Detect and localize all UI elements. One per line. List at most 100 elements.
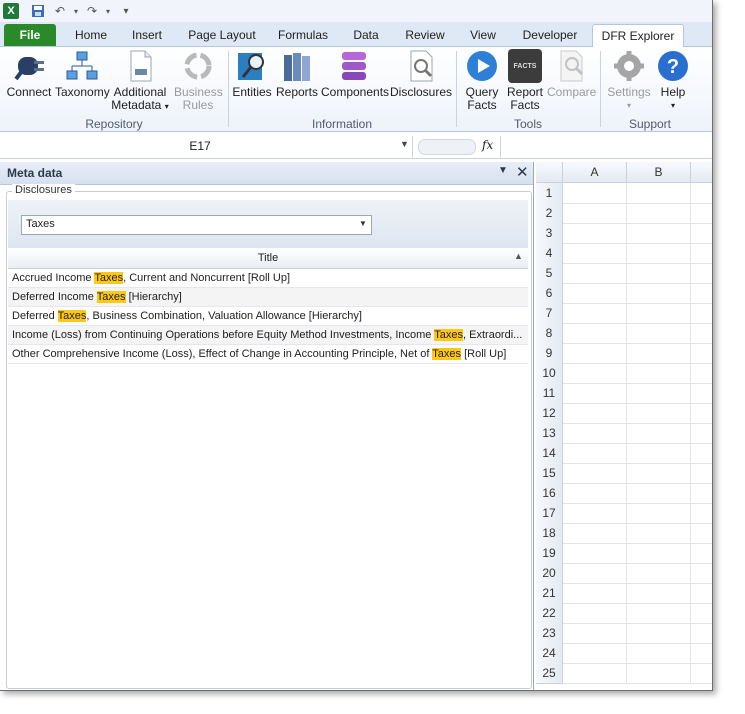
sheet-row-cells[interactable] — [563, 243, 712, 264]
row-header[interactable]: 4 — [536, 243, 563, 264]
tab-developer[interactable]: Developer — [516, 24, 584, 46]
sheet-row-cells[interactable] — [563, 603, 712, 624]
select-all-corner[interactable] — [536, 162, 563, 183]
row-header[interactable]: 17 — [536, 503, 563, 524]
customize-toolbar-icon[interactable]: ▾ — [118, 3, 134, 19]
close-icon[interactable]: ✕ — [516, 163, 529, 181]
report-facts-button[interactable]: FACTS Report Facts — [505, 49, 545, 112]
sheet-row-cells[interactable] — [563, 383, 712, 404]
row-header[interactable]: 22 — [536, 603, 563, 624]
business-rules-button[interactable]: Business Rules — [174, 49, 223, 112]
column-header-b[interactable]: B — [627, 162, 691, 183]
formula-bar-expander[interactable] — [418, 139, 476, 155]
sheet-row-cells[interactable] — [563, 463, 712, 484]
compare-button[interactable]: Compare — [547, 49, 596, 99]
tab-page-layout[interactable]: Page Layout — [184, 24, 260, 46]
list-item[interactable]: Income (Loss) from Continuing Operations… — [8, 326, 528, 345]
sheet-row-cells[interactable] — [563, 523, 712, 544]
row-header[interactable]: 2 — [536, 203, 563, 224]
row-header[interactable]: 19 — [536, 543, 563, 564]
chevron-down-icon[interactable]: ▾ — [68, 3, 84, 19]
sheet-row-cells[interactable] — [563, 443, 712, 464]
disclosures-button[interactable]: Disclosures — [390, 49, 452, 99]
row-header[interactable]: 18 — [536, 523, 563, 544]
title-column-header[interactable]: Title ▲ — [8, 249, 528, 269]
row-header[interactable]: 10 — [536, 363, 563, 384]
sheet-row-cells[interactable] — [563, 483, 712, 504]
list-item[interactable]: Accrued Income Taxes, Current and Noncur… — [8, 269, 528, 288]
tab-home[interactable]: Home — [70, 24, 112, 46]
meta-data-panel: Meta data ▼ ✕ Disclosures Taxes ▼ Title … — [0, 162, 534, 690]
tab-formulas[interactable]: Formulas — [272, 24, 334, 46]
sheet-row-cells[interactable] — [563, 643, 712, 664]
row-header[interactable]: 20 — [536, 563, 563, 584]
sheet-row-cells[interactable] — [563, 203, 712, 224]
redo-icon[interactable]: ↷ — [84, 3, 100, 19]
additional-metadata-button[interactable]: Additional Metadata ▾ — [111, 49, 169, 113]
row-header[interactable]: 1 — [536, 183, 563, 204]
connect-button[interactable]: Connect — [6, 49, 52, 99]
formula-input[interactable] — [500, 136, 712, 157]
row-header[interactable]: 3 — [536, 223, 563, 244]
row-header[interactable]: 5 — [536, 263, 563, 284]
sheet-row-cells[interactable] — [563, 223, 712, 244]
undo-icon[interactable]: ↶ — [52, 3, 68, 19]
tab-review[interactable]: Review — [399, 24, 451, 46]
row-header[interactable]: 25 — [536, 663, 563, 684]
row-header[interactable]: 24 — [536, 643, 563, 664]
row-header[interactable]: 21 — [536, 583, 563, 604]
tab-data[interactable]: Data — [346, 24, 386, 46]
sort-ascending-icon: ▲ — [514, 251, 523, 261]
components-button[interactable]: Components — [321, 49, 389, 99]
row-header[interactable]: 12 — [536, 403, 563, 424]
row-header[interactable]: 11 — [536, 383, 563, 404]
sheet-row-cells[interactable] — [563, 403, 712, 424]
row-header[interactable]: 7 — [536, 303, 563, 324]
settings-button[interactable]: Settings ▾ — [604, 49, 654, 112]
row-header[interactable]: 15 — [536, 463, 563, 484]
sheet-row-cells[interactable] — [563, 423, 712, 444]
tab-file[interactable]: File — [4, 24, 56, 46]
sheet-row-cells[interactable] — [563, 363, 712, 384]
sheet-row-cells[interactable] — [563, 303, 712, 324]
row-header[interactable]: 6 — [536, 283, 563, 304]
chevron-down-icon[interactable]: ▾ — [100, 3, 116, 19]
sheet-row-cells[interactable] — [563, 183, 712, 204]
column-header-c[interactable] — [691, 162, 712, 183]
function-icon[interactable]: fx — [482, 138, 493, 152]
row-header[interactable]: 13 — [536, 423, 563, 444]
sheet-row-cells[interactable] — [563, 283, 712, 304]
sheet-row-cells[interactable] — [563, 503, 712, 524]
cell-divider — [690, 223, 691, 243]
row-header[interactable]: 16 — [536, 483, 563, 504]
list-item[interactable]: Other Comprehensive Income (Loss), Effec… — [8, 345, 528, 364]
tab-view[interactable]: View — [463, 24, 503, 46]
column-header-a[interactable]: A — [563, 162, 627, 183]
disclosure-filter-select[interactable]: Taxes ▼ — [21, 215, 372, 235]
name-box[interactable]: E17 ▼ — [0, 136, 413, 157]
tab-dfr-explorer[interactable]: DFR Explorer — [592, 24, 684, 49]
help-button[interactable]: ? Help ▾ — [655, 49, 691, 112]
cell-divider — [626, 203, 627, 223]
entities-button[interactable]: Entities — [232, 49, 272, 99]
sheet-row-cells[interactable] — [563, 263, 712, 284]
row-header[interactable]: 14 — [536, 443, 563, 464]
taxonomy-button[interactable]: Taxonomy — [55, 49, 110, 99]
row-header[interactable]: 8 — [536, 323, 563, 344]
sheet-row-cells[interactable] — [563, 323, 712, 344]
list-item[interactable]: Deferred Income Taxes [Hierarchy] — [8, 288, 528, 307]
query-facts-button[interactable]: Query Facts — [462, 49, 502, 112]
tab-insert[interactable]: Insert — [125, 24, 169, 46]
reports-button[interactable]: Reports — [275, 49, 319, 99]
sheet-row-cells[interactable] — [563, 343, 712, 364]
row-header[interactable]: 23 — [536, 623, 563, 644]
list-item[interactable]: Deferred Taxes, Business Combination, Va… — [8, 307, 528, 326]
sheet-row-cells[interactable] — [563, 623, 712, 644]
sheet-row-cells[interactable] — [563, 563, 712, 584]
panel-menu-icon[interactable]: ▼ — [498, 165, 508, 176]
save-icon[interactable] — [30, 3, 46, 19]
row-header[interactable]: 9 — [536, 343, 563, 364]
sheet-row-cells[interactable] — [563, 543, 712, 564]
sheet-row-cells[interactable] — [563, 663, 712, 684]
sheet-row-cells[interactable] — [563, 583, 712, 604]
